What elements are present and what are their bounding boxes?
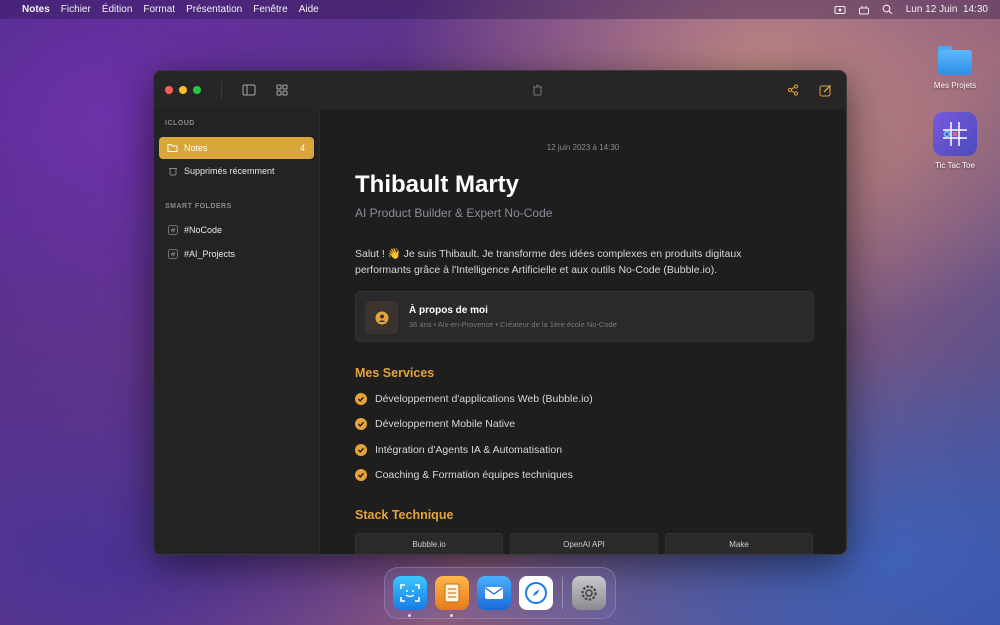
stack-item-openai: OpenAI API (510, 533, 658, 554)
grid-icon (276, 84, 288, 96)
service-item: Développement d'applications Web (Bubble… (355, 393, 593, 405)
desktop-folder-label: Mes Projets (933, 81, 977, 90)
folder-icon (937, 44, 973, 76)
window-toolbar (154, 71, 846, 109)
sidebar-item-recently-deleted[interactable]: Supprimés récemment (159, 160, 314, 182)
trash-icon (167, 166, 178, 177)
delete-note-button[interactable] (529, 82, 545, 98)
note-intro: Salut ! 👋 Je suis Thibault. Je transform… (355, 248, 742, 276)
share-icon (787, 84, 799, 96)
dock-notes[interactable] (435, 576, 469, 617)
control-center-icon[interactable] (858, 5, 870, 15)
new-note-button[interactable] (817, 82, 833, 98)
running-indicator (450, 614, 453, 617)
menu-clock[interactable]: Lun 12 Juin 14:30 (906, 4, 988, 15)
about-card: À propos de moi 36 ans • Aix-en-Provence… (355, 291, 814, 342)
minimize-window-button[interactable] (179, 86, 187, 94)
sidebar-item-notes[interactable]: Notes 4 (159, 137, 314, 159)
stack-item-bubble: Bubble.io (355, 533, 503, 554)
service-item: Coaching & Formation équipes techniques (355, 469, 573, 481)
about-title: À propos de moi (409, 305, 488, 316)
svg-text:#: # (170, 251, 176, 259)
stack-item-make: Make (665, 533, 813, 554)
checkmark-icon (355, 418, 367, 430)
sidebar-header-icloud: ICLOUD (165, 120, 195, 127)
mail-icon (485, 587, 503, 599)
sidebar-item-ai-projects[interactable]: # #AI_Projects (159, 243, 314, 265)
about-meta: 36 ans • Aix-en-Provence • Créateur de l… (409, 320, 617, 329)
dock-safari[interactable] (519, 576, 553, 610)
stack-heading: Stack Technique (355, 508, 454, 522)
hashtag-icon: # (167, 225, 178, 236)
menu-edition[interactable]: Édition (102, 4, 133, 15)
dock-system-settings[interactable] (572, 576, 606, 610)
sidebar-icon (242, 84, 256, 96)
checkmark-icon (355, 444, 367, 456)
desktop-app-tic-tac-toe[interactable]: Tic Tac Toe (920, 112, 990, 170)
service-label: Coaching & Formation équipes techniques (375, 469, 573, 481)
dock-divider (562, 577, 563, 609)
service-item: Développement Mobile Native (355, 418, 515, 430)
folder-icon (167, 143, 178, 154)
user-icon (365, 301, 398, 334)
sidebar-item-label: #AI_Projects (184, 249, 236, 259)
notebook-icon (444, 583, 460, 603)
toggle-sidebar-button[interactable] (241, 82, 257, 98)
menu-bar: Notes Fichier Édition Format Présentatio… (0, 0, 1000, 19)
zoom-window-button[interactable] (193, 86, 201, 94)
trash-icon (532, 85, 542, 96)
face-scan-icon (400, 584, 420, 602)
sidebar-item-label: #NoCode (184, 225, 223, 235)
dock-mail[interactable] (477, 576, 511, 610)
compass-icon (525, 582, 547, 604)
menu-aide[interactable]: Aide (299, 4, 319, 15)
sidebar-item-label: Supprimés récemment (184, 166, 275, 176)
screen-record-icon[interactable] (834, 5, 846, 15)
hashtag-icon: # (167, 249, 178, 260)
compose-icon (819, 84, 831, 96)
sidebar-item-label: Notes (184, 143, 208, 153)
service-item: Intégration d'Agents IA & Automatisation (355, 444, 562, 456)
note-subtitle: AI Product Builder & Expert No-Code (355, 206, 553, 220)
note-title: Thibault Marty (355, 171, 520, 198)
gear-icon (581, 585, 597, 601)
menu-fenetre[interactable]: Fenêtre (253, 4, 287, 15)
svg-text:#: # (170, 227, 176, 235)
desktop-app-label: Tic Tac Toe (935, 161, 975, 170)
sidebar: ICLOUD Notes 4 Supprimés récemment SMART… (154, 109, 320, 554)
desktop-folder-mes-projets[interactable]: Mes Projets (920, 44, 990, 90)
menu-presentation[interactable]: Présentation (186, 4, 242, 15)
note-editor[interactable]: 12 juin 2023 à 14:30 Thibault Marty AI P… (320, 109, 846, 554)
menu-app-name[interactable]: Notes (22, 4, 50, 15)
menu-fichier[interactable]: Fichier (61, 4, 91, 15)
checkmark-icon (355, 393, 367, 405)
checkmark-icon (355, 469, 367, 481)
share-button[interactable] (785, 82, 801, 98)
tic-tac-toe-icon (933, 112, 977, 156)
spotlight-search-icon[interactable] (882, 4, 894, 15)
menu-format[interactable]: Format (143, 4, 175, 15)
notes-window: ICLOUD Notes 4 Supprimés récemment SMART… (153, 70, 847, 555)
sidebar-header-smart-folders: SMART FOLDERS (165, 203, 232, 210)
sidebar-item-nocode[interactable]: # #NoCode (159, 219, 314, 241)
notes-count-badge: 4 (299, 143, 305, 153)
service-label: Intégration d'Agents IA & Automatisation (375, 444, 563, 456)
toolbar-divider (221, 81, 222, 99)
dock (384, 567, 616, 619)
note-date: 12 juin 2023 à 14:30 (546, 143, 620, 152)
service-label: Développement d'applications Web (Bubble… (375, 393, 593, 405)
dock-finder[interactable] (393, 576, 427, 617)
running-indicator (408, 614, 411, 617)
services-heading: Mes Services (355, 366, 435, 380)
gallery-view-button[interactable] (274, 82, 290, 98)
service-label: Développement Mobile Native (375, 418, 516, 430)
close-window-button[interactable] (165, 86, 173, 94)
